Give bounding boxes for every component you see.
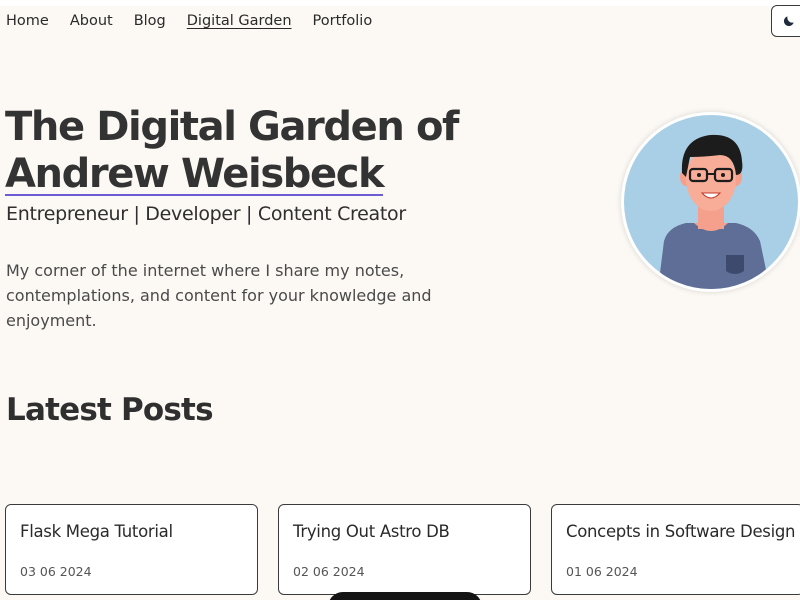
hero-subtitle: Entrepreneur | Developer | Content Creat… xyxy=(6,203,406,225)
floating-action-bar[interactable] xyxy=(328,592,482,600)
hero-title-line1: The Digital Garden of xyxy=(5,104,459,150)
avatar-illustration xyxy=(624,115,798,289)
hero-title-name: Andrew Weisbeck xyxy=(5,151,385,197)
post-title: Trying Out Astro DB xyxy=(293,522,450,541)
post-title: Concepts in Software Design xyxy=(566,522,796,541)
nav-home[interactable]: Home xyxy=(6,10,49,32)
post-date: 02 06 2024 xyxy=(293,564,365,579)
main-nav: Home About Blog Digital Garden Portfolio xyxy=(6,10,393,32)
nav-portfolio[interactable]: Portfolio xyxy=(313,10,373,32)
post-card[interactable]: Trying Out Astro DB 02 06 2024 xyxy=(278,504,531,595)
post-card[interactable]: Concepts in Software Design 01 06 2024 xyxy=(551,504,800,595)
hero-title: The Digital Garden of Andrew Weisbeck xyxy=(5,104,459,198)
post-date: 03 06 2024 xyxy=(20,564,92,579)
nav-about[interactable]: About xyxy=(70,10,113,32)
nav-digital-garden[interactable]: Digital Garden xyxy=(187,10,292,32)
nav-blog[interactable]: Blog xyxy=(134,10,166,32)
post-date: 01 06 2024 xyxy=(566,564,638,579)
theme-toggle-button[interactable] xyxy=(771,5,800,37)
posts-list: Flask Mega Tutorial 03 06 2024 Trying Ou… xyxy=(5,504,800,600)
hero-description: My corner of the internet where I share … xyxy=(6,261,432,330)
page: Home About Blog Digital Garden Portfolio… xyxy=(0,0,800,600)
moon-icon xyxy=(783,16,794,27)
latest-posts-heading: Latest Posts xyxy=(6,392,214,428)
avatar xyxy=(621,112,800,292)
post-card[interactable]: Flask Mega Tutorial 03 06 2024 xyxy=(5,504,258,595)
top-strip xyxy=(0,0,800,6)
post-title: Flask Mega Tutorial xyxy=(20,522,173,541)
